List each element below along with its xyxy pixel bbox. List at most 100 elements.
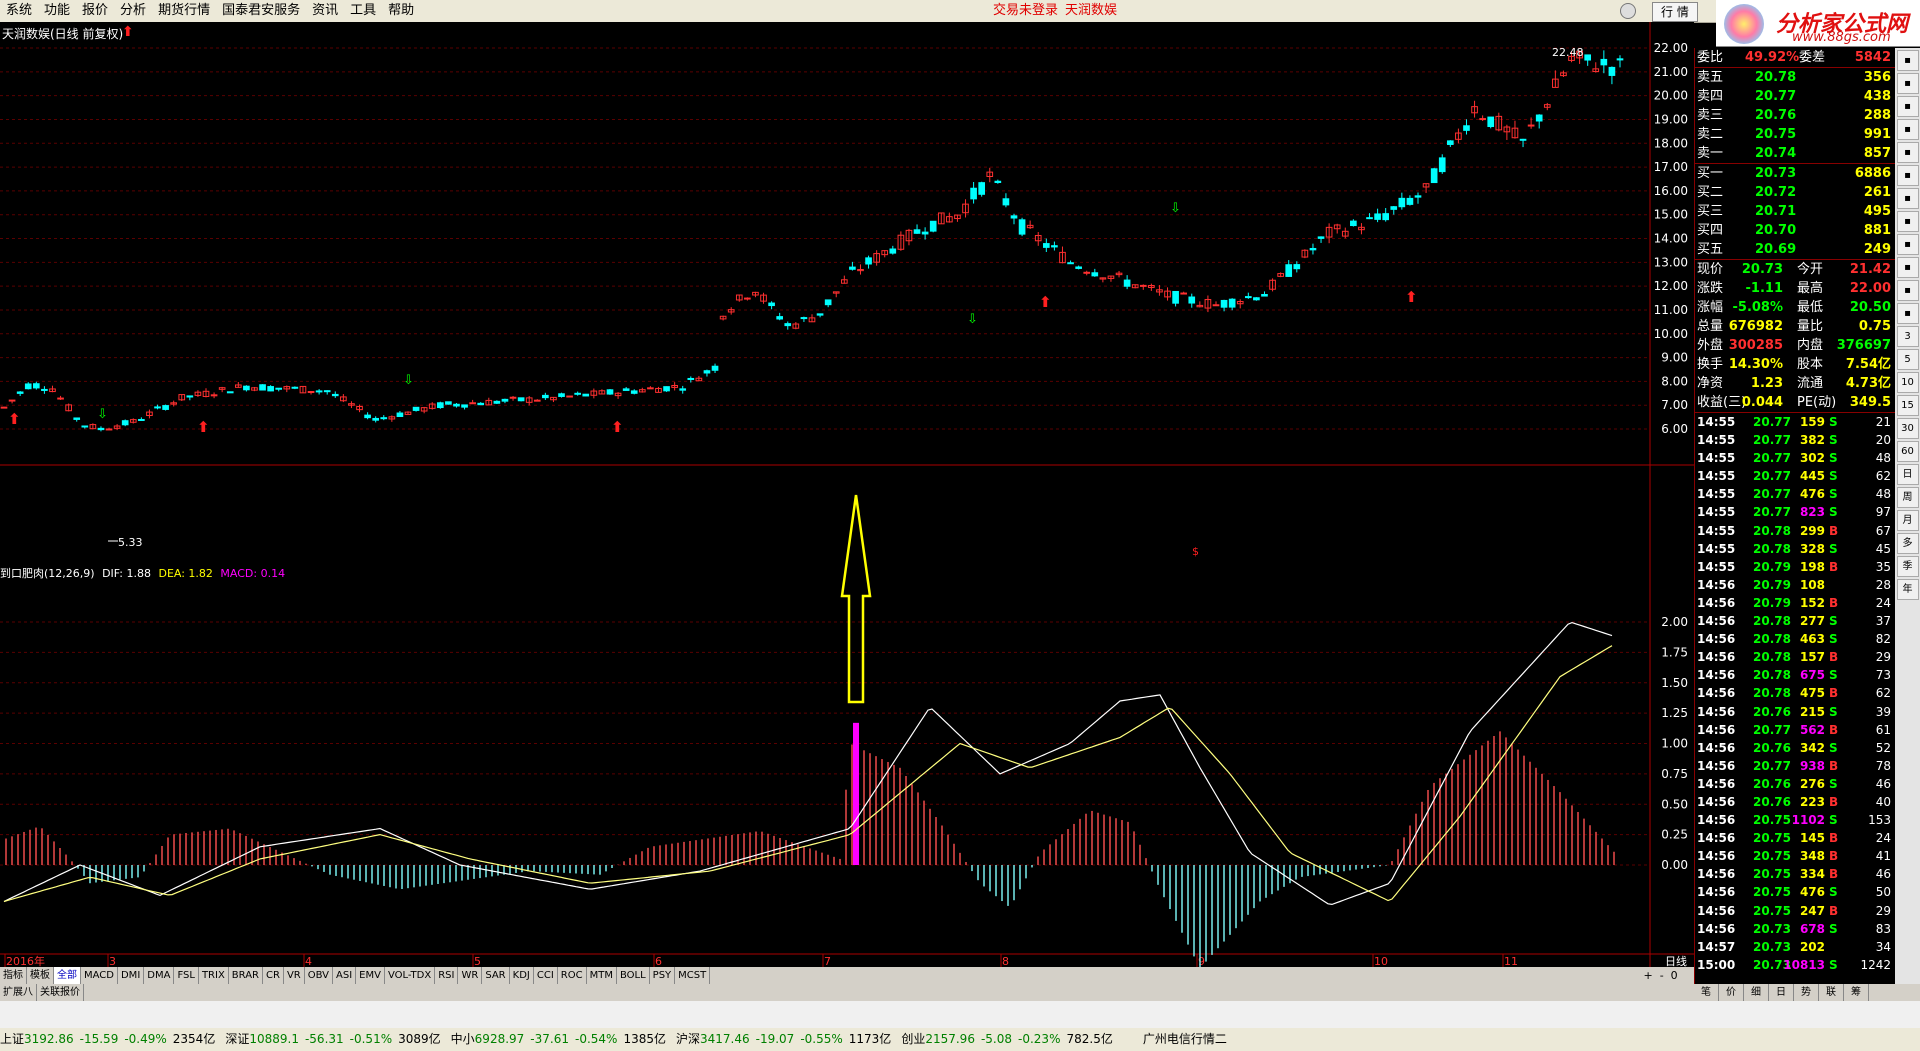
- indicator-tab[interactable]: MACD: [81, 967, 118, 984]
- indicator-tab[interactable]: BOLL: [617, 967, 650, 984]
- indicator-tab[interactable]: SAR: [482, 967, 510, 984]
- menu-item-7[interactable]: 工具: [344, 0, 382, 22]
- indicator-tab[interactable]: ASI: [333, 967, 357, 984]
- stat-value: 14.30%: [1728, 357, 1783, 372]
- ask-row[interactable]: 卖二 20.75 991: [1695, 125, 1895, 144]
- indicator-tab[interactable]: MCST: [675, 967, 711, 984]
- tool-icon[interactable]: ▪: [1896, 165, 1919, 186]
- extension-tab[interactable]: 扩展八: [0, 984, 37, 1001]
- period-button[interactable]: 3: [1896, 326, 1919, 347]
- indicator-tab[interactable]: VR: [284, 967, 305, 984]
- indicator-tab[interactable]: RSI: [435, 967, 459, 984]
- quote-button[interactable]: 行 情: [1652, 2, 1698, 22]
- menu-item-5[interactable]: 国泰君安服务: [216, 0, 306, 22]
- menu-item-1[interactable]: 功能: [38, 0, 76, 22]
- panel-nav-tab[interactable]: 价: [1719, 984, 1744, 1001]
- tool-icon[interactable]: ▪: [1896, 234, 1919, 255]
- tool-icon[interactable]: ▪: [1896, 50, 1919, 71]
- indicator-tab[interactable]: TRIX: [199, 967, 229, 984]
- period-button[interactable]: 多: [1896, 533, 1919, 554]
- index-quote[interactable]: 中小6928.97 -37.61 -0.54% 1385亿: [451, 1028, 666, 1051]
- ask-row[interactable]: 卖三 20.76 288: [1695, 106, 1895, 125]
- indicator-tab[interactable]: DMA: [144, 967, 175, 984]
- tick-list[interactable]: 14:55 20.77 159 S 21 14:55 20.77 382 S 20 14:55 20.…: [1695, 413, 1895, 974]
- period-button[interactable]: 月: [1896, 510, 1919, 531]
- tool-icon[interactable]: ▪: [1896, 280, 1919, 301]
- indicator-tab[interactable]: OBV: [305, 967, 333, 984]
- indicator-tab[interactable]: 模板: [27, 967, 54, 984]
- indicator-tab[interactable]: BRAR: [229, 967, 263, 984]
- bid-price: 20.72: [1755, 185, 1797, 200]
- price-tick: 15.00: [1654, 208, 1688, 222]
- bid-row[interactable]: 买二 20.72 261: [1695, 183, 1895, 202]
- candle-body: [1261, 294, 1268, 297]
- indicator-tab[interactable]: CR: [263, 967, 284, 984]
- index-quote[interactable]: 上证3192.86 -15.59 -0.49% 2354亿: [0, 1028, 215, 1051]
- tool-icon[interactable]: ▪: [1896, 257, 1919, 278]
- indicator-tab[interactable]: WR: [458, 967, 483, 984]
- menu-item-3[interactable]: 分析: [114, 0, 152, 22]
- panel-nav-tab[interactable]: 细: [1744, 984, 1769, 1001]
- tick-price: 20.76: [1753, 740, 1791, 755]
- indicator-tab[interactable]: EMV: [356, 967, 385, 984]
- menu-item-8[interactable]: 帮助: [382, 0, 420, 22]
- indicator-tab[interactable]: FSL: [174, 967, 199, 984]
- tick-volume: 675: [1799, 668, 1825, 683]
- bid-row[interactable]: 买四 20.70 881: [1695, 221, 1895, 240]
- buy-signal-icon: ⬆: [1405, 288, 1418, 306]
- panel-nav-tab[interactable]: 筹: [1844, 984, 1869, 1001]
- tool-icon[interactable]: ▪: [1896, 119, 1919, 140]
- candle-body: [1051, 245, 1058, 248]
- trade-status-login[interactable]: 交易未登录: [993, 0, 1058, 22]
- period-button[interactable]: 15: [1896, 395, 1919, 416]
- ask-price: 20.74: [1755, 146, 1797, 161]
- ask-row[interactable]: 卖五 20.78 356: [1695, 68, 1895, 87]
- zoom-controls[interactable]: + - 0: [1640, 967, 1694, 984]
- tool-icon[interactable]: ▪: [1896, 211, 1919, 232]
- index-quote[interactable]: 创业2157.96 -5.08 -0.23% 782.5亿: [901, 1028, 1113, 1051]
- index-quote[interactable]: 深证10889.1 -56.31 -0.51% 3089亿: [225, 1028, 440, 1051]
- ask-row[interactable]: 卖一 20.74 857: [1695, 144, 1895, 163]
- tool-icon[interactable]: ▪: [1896, 96, 1919, 117]
- panel-nav-tab[interactable]: 联: [1819, 984, 1844, 1001]
- ask-row[interactable]: 卖四 20.77 438: [1695, 87, 1895, 106]
- bid-row[interactable]: 买一 20.73 6886: [1695, 164, 1895, 183]
- tool-icon[interactable]: ▪: [1896, 142, 1919, 163]
- menu-item-6[interactable]: 资讯: [306, 0, 344, 22]
- period-button[interactable]: 年: [1896, 579, 1919, 600]
- tool-icon[interactable]: ▪: [1896, 73, 1919, 94]
- indicator-tab[interactable]: DMI: [118, 967, 145, 984]
- indicator-tab[interactable]: 指标: [0, 967, 27, 984]
- candle-body: [1406, 197, 1414, 205]
- tool-icon[interactable]: ▪: [1896, 188, 1919, 209]
- period-button[interactable]: 季: [1896, 556, 1919, 577]
- panel-nav-tab[interactable]: 日: [1769, 984, 1794, 1001]
- period-button[interactable]: 10: [1896, 372, 1919, 393]
- indicator-tab[interactable]: CCI: [534, 967, 558, 984]
- extension-tab[interactable]: 关联报价: [37, 984, 84, 1001]
- ask-volume: 288: [1863, 108, 1891, 123]
- period-button[interactable]: 60: [1896, 441, 1919, 462]
- panel-nav-tab[interactable]: 势: [1794, 984, 1819, 1001]
- help-icon[interactable]: [1620, 3, 1636, 19]
- candle-body: [477, 402, 485, 406]
- kline-chart[interactable]: 22.00 21.00 20.00 19.00 18.00 17.00 16.00 15.00…: [0, 22, 1694, 967]
- indicator-tab[interactable]: KDJ: [510, 967, 534, 984]
- period-button[interactable]: 周: [1896, 487, 1919, 508]
- period-button[interactable]: 30: [1896, 418, 1919, 439]
- bid-row[interactable]: 买三 20.71 495: [1695, 202, 1895, 221]
- indicator-tab[interactable]: MTM: [587, 967, 617, 984]
- index-quote[interactable]: 沪深3417.46 -19.07 -0.55% 1173亿: [676, 1028, 891, 1051]
- menu-item-2[interactable]: 报价: [76, 0, 114, 22]
- indicator-tab[interactable]: VOL-TDX: [385, 967, 436, 984]
- menu-item-4[interactable]: 期货行情: [152, 0, 216, 22]
- indicator-tab[interactable]: PSY: [650, 967, 676, 984]
- menu-item-0[interactable]: 系统: [0, 0, 38, 22]
- panel-nav-tab[interactable]: 笔: [1694, 984, 1719, 1001]
- period-button[interactable]: 5: [1896, 349, 1919, 370]
- bid-row[interactable]: 买五 20.69 249: [1695, 240, 1895, 259]
- period-button[interactable]: 日: [1896, 464, 1919, 485]
- indicator-tab[interactable]: ROC: [558, 967, 587, 984]
- tool-icon[interactable]: ▪: [1896, 303, 1919, 324]
- indicator-tab[interactable]: 全部: [54, 967, 81, 984]
